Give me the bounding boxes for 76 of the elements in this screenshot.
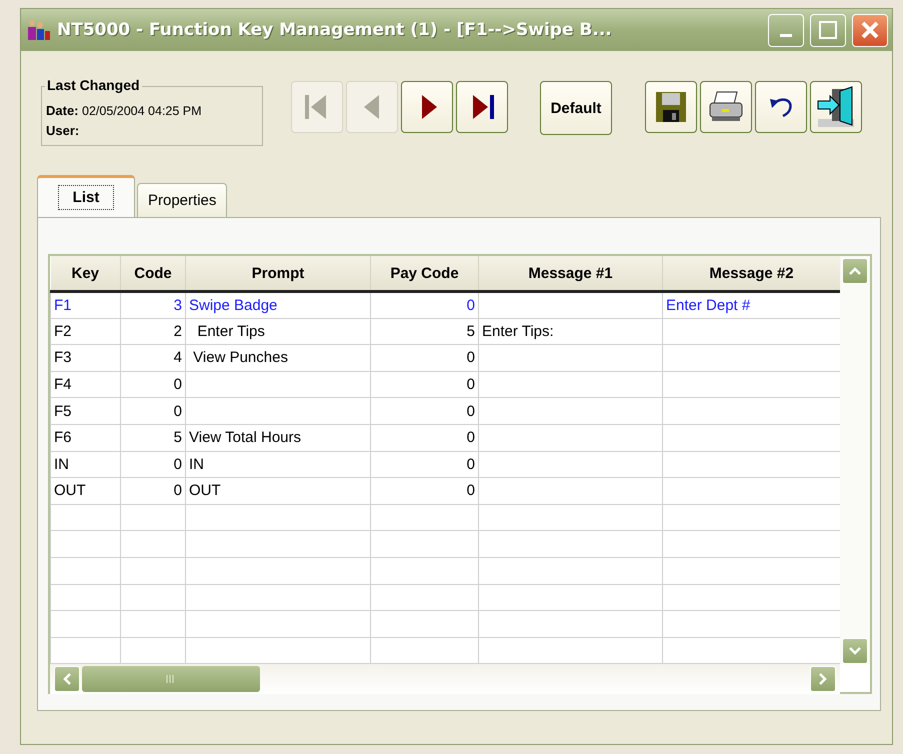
table-cell: 3 <box>120 292 186 318</box>
printer-icon <box>707 90 745 124</box>
scrollbar-thumb[interactable] <box>82 666 260 692</box>
maximize-icon <box>819 21 837 39</box>
table-row[interactable]: F3 4 View Punches 0 <box>50 344 840 372</box>
column-header[interactable]: Message #1 <box>478 256 662 292</box>
table-cell: 2 <box>120 318 186 345</box>
table-cell: F6 <box>50 424 120 452</box>
column-header[interactable]: Pay Code <box>370 256 478 292</box>
table-cell: F3 <box>50 344 120 372</box>
table-row[interactable]: F4 0 0 <box>50 371 840 398</box>
next-record-button[interactable] <box>401 81 453 133</box>
table-row[interactable]: OUT 0 OUT 0 <box>50 478 840 504</box>
table-cell: IN <box>50 451 120 478</box>
group-title: Last Changed <box>45 77 142 93</box>
chevron-up-icon <box>849 267 861 275</box>
default-button[interactable]: Default <box>540 81 612 135</box>
minimize-icon <box>780 34 792 36</box>
table-cell: 0 <box>120 451 186 478</box>
scroll-down-button[interactable] <box>842 638 868 664</box>
table-cell: F4 <box>50 371 120 398</box>
table-cell: F2 <box>50 318 120 345</box>
grip-icon <box>166 675 176 684</box>
tab[interactable]: Properties <box>137 183 228 217</box>
table-row[interactable]: IN 0 IN 0 <box>50 451 840 478</box>
date-text: Date: 02/05/2004 04:25 PM <box>46 102 203 120</box>
table-cell: Swipe Badge <box>186 292 370 318</box>
table-cell: 0 <box>370 371 478 398</box>
column-header[interactable]: Message #2 <box>662 256 840 292</box>
exit-button[interactable] <box>810 81 862 133</box>
table-cell: 0 <box>370 292 478 318</box>
table-cell: OUT <box>186 478 370 504</box>
table-cell: View Punches <box>186 344 370 372</box>
tab[interactable]: List <box>37 175 135 217</box>
chevron-left-icon <box>63 673 71 686</box>
chevron-right-icon <box>819 673 827 686</box>
table-cell: 0 <box>120 371 186 398</box>
save-button[interactable] <box>645 81 697 133</box>
table-cell: 0 <box>120 478 186 504</box>
table-cell: 0 <box>370 398 478 424</box>
window-title: NT5000 - Function Key Management (1) - [F1-->Swipe B... <box>57 20 613 40</box>
print-button[interactable] <box>700 81 752 133</box>
column-header[interactable]: Prompt <box>186 256 370 292</box>
table-cell: 0 <box>370 344 478 372</box>
people-icon <box>27 19 51 41</box>
table-cell: 0 <box>120 398 186 424</box>
table-cell: F1 <box>50 292 120 318</box>
table-cell: IN <box>186 451 370 478</box>
chevron-down-icon <box>849 647 861 656</box>
table-cell: F5 <box>50 398 120 424</box>
scroll-right-button[interactable] <box>810 666 836 692</box>
table-row[interactable]: F1 3 Swipe Badge 0 Enter Dept # <box>50 292 840 318</box>
table-cell: 0 <box>370 424 478 452</box>
table-row[interactable]: F6 5 View Total Hours 0 <box>50 424 840 452</box>
table-row[interactable]: F2 2 Enter Tips 5 Enter Tips: <box>50 318 840 345</box>
close-icon <box>860 20 880 40</box>
table-cell: Enter Tips: <box>478 318 662 345</box>
user-label: User: <box>46 122 80 140</box>
table-row[interactable]: F5 0 0 <box>50 398 840 424</box>
table-cell: View Total Hours <box>186 424 370 452</box>
table-cell: 4 <box>120 344 186 372</box>
last-record-button[interactable] <box>456 81 508 133</box>
table-cell: 0 <box>370 451 478 478</box>
maximize-button[interactable] <box>810 14 846 46</box>
table-cell: 0 <box>370 478 478 504</box>
table-cell: 5 <box>370 318 478 345</box>
minimize-button[interactable] <box>768 14 804 46</box>
column-header[interactable]: Code <box>120 256 186 292</box>
table-cell: Enter Tips <box>186 318 370 345</box>
scroll-up-button[interactable] <box>842 258 868 284</box>
scroll-left-button[interactable] <box>54 666 80 692</box>
table-cell: OUT <box>50 478 120 504</box>
close-button[interactable] <box>852 14 888 46</box>
table-cell: 5 <box>120 424 186 452</box>
column-header[interactable]: Key <box>50 256 120 292</box>
undo-button[interactable] <box>755 81 807 133</box>
